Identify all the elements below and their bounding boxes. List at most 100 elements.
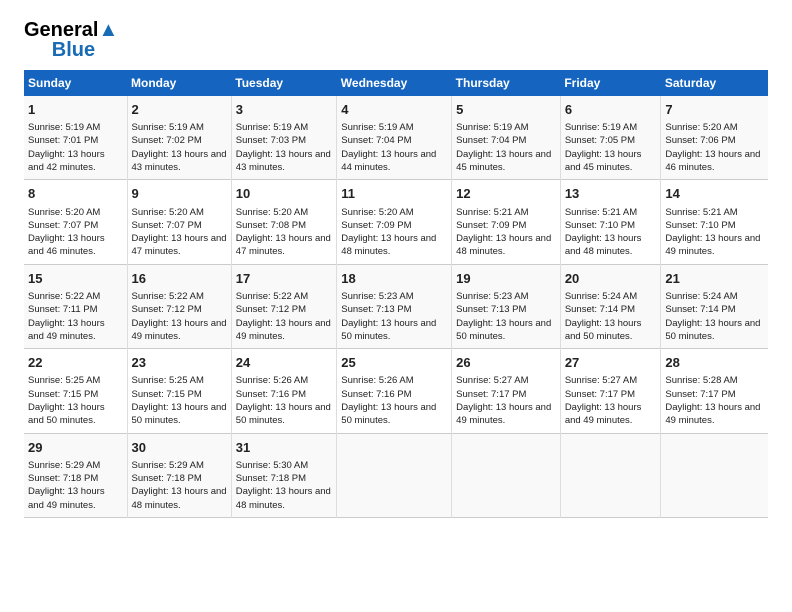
calendar-cell: 1 Sunrise: 5:19 AM Sunset: 7:01 PM Daylight… [24,96,127,180]
daylight-text: Daylight: 13 hours and 49 minutes. [236,318,331,342]
calendar-week-4: 22Sunrise: 5:25 AMSunset: 7:15 PMDayligh… [24,349,768,433]
day-number: 1 [28,101,123,119]
calendar-cell: 25Sunrise: 5:26 AMSunset: 7:16 PMDayligh… [337,349,452,433]
sunset-text: Sunset: 7:05 PM [565,135,635,146]
day-number: 14 [665,185,764,203]
sunrise-text: Sunrise: 5:21 AM [456,207,528,218]
daylight-text: Daylight: 13 hours and 49 minutes. [28,486,105,510]
calendar-header-row: SundayMondayTuesdayWednesdayThursdayFrid… [24,70,768,96]
daylight-text: Daylight: 13 hours and 45 minutes. [456,149,551,173]
daylight-text: Daylight: 13 hours and 48 minutes. [236,486,331,510]
sunrise-text: Sunrise: 5:25 AM [28,375,100,386]
calendar-week-5: 29Sunrise: 5:29 AMSunset: 7:18 PMDayligh… [24,433,768,517]
daylight-text: Daylight: 13 hours and 50 minutes. [665,318,760,342]
calendar-table: SundayMondayTuesdayWednesdayThursdayFrid… [24,70,768,518]
sunrise-text: Sunrise: 5:19 AM [236,122,308,133]
sunset-text: Sunset: 7:13 PM [341,304,411,315]
day-number: 7 [665,101,764,119]
column-header-saturday: Saturday [661,70,768,96]
daylight-text: Daylight: 13 hours and 47 minutes. [236,233,331,257]
day-number: 5 [456,101,556,119]
calendar-cell: 10Sunrise: 5:20 AMSunset: 7:08 PMDayligh… [231,180,337,264]
calendar-cell: 26Sunrise: 5:27 AMSunset: 7:17 PMDayligh… [452,349,561,433]
day-number: 26 [456,354,556,372]
sunrise-text: Sunrise: 5:19 AM [341,122,413,133]
calendar-cell: 30Sunrise: 5:29 AMSunset: 7:18 PMDayligh… [127,433,231,517]
calendar-cell: 19Sunrise: 5:23 AMSunset: 7:13 PMDayligh… [452,264,561,348]
sunset-text: Sunset: 7:01 PM [28,135,98,146]
day-number: 15 [28,270,123,288]
sunset-text: Sunset: 7:12 PM [132,304,202,315]
daylight-text: Daylight: 13 hours and 49 minutes. [456,402,551,426]
calendar-cell [560,433,661,517]
calendar-body: 1 Sunrise: 5:19 AM Sunset: 7:01 PM Daylight… [24,96,768,517]
calendar-cell: 29Sunrise: 5:29 AMSunset: 7:18 PMDayligh… [24,433,127,517]
calendar-cell: 3Sunrise: 5:19 AMSunset: 7:03 PMDaylight… [231,96,337,180]
day-number: 9 [132,185,227,203]
daylight-text: Daylight: 13 hours and 45 minutes. [565,149,642,173]
calendar-cell: 28Sunrise: 5:28 AMSunset: 7:17 PMDayligh… [661,349,768,433]
daylight-text: Daylight: 13 hours and 49 minutes. [28,318,105,342]
sunrise-text: Sunrise: 5:29 AM [132,460,204,471]
calendar-cell: 20Sunrise: 5:24 AMSunset: 7:14 PMDayligh… [560,264,661,348]
calendar-cell: 5Sunrise: 5:19 AMSunset: 7:04 PMDaylight… [452,96,561,180]
daylight-text: Daylight: 13 hours and 50 minutes. [132,402,227,426]
daylight-text: Daylight: 13 hours and 50 minutes. [341,318,436,342]
calendar-cell: 22Sunrise: 5:25 AMSunset: 7:15 PMDayligh… [24,349,127,433]
day-number: 18 [341,270,447,288]
day-number: 13 [565,185,657,203]
calendar-cell: 2Sunrise: 5:19 AMSunset: 7:02 PMDaylight… [127,96,231,180]
daylight-text: Daylight: 13 hours and 49 minutes. [665,402,760,426]
calendar-cell: 15 Sunrise: 5:22 AM Sunset: 7:11 PM Dayligh… [24,264,127,348]
sunrise-text: Sunrise: 5:20 AM [28,207,100,218]
daylight-text: Daylight: 13 hours and 46 minutes. [665,149,760,173]
sunset-text: Sunset: 7:15 PM [132,389,202,400]
sunset-text: Sunset: 7:17 PM [456,389,526,400]
column-header-monday: Monday [127,70,231,96]
calendar-cell: 12Sunrise: 5:21 AMSunset: 7:09 PMDayligh… [452,180,561,264]
sunset-text: Sunset: 7:06 PM [665,135,735,146]
sunrise-text: Sunrise: 5:23 AM [456,291,528,302]
calendar-cell: 16Sunrise: 5:22 AMSunset: 7:12 PMDayligh… [127,264,231,348]
sunrise-text: Sunrise: 5:26 AM [236,375,308,386]
sunrise-text: Sunrise: 5:23 AM [341,291,413,302]
day-number: 20 [565,270,657,288]
sunset-text: Sunset: 7:14 PM [565,304,635,315]
sunrise-text: Sunrise: 5:22 AM [236,291,308,302]
sunrise-text: Sunrise: 5:19 AM [28,122,100,133]
sunset-text: Sunset: 7:16 PM [236,389,306,400]
sunrise-text: Sunrise: 5:30 AM [236,460,308,471]
day-number: 28 [665,354,764,372]
daylight-text: Daylight: 13 hours and 49 minutes. [132,318,227,342]
sunset-text: Sunset: 7:08 PM [236,220,306,231]
sunset-text: Sunset: 7:16 PM [341,389,411,400]
sunset-text: Sunset: 7:10 PM [665,220,735,231]
sunrise-text: Sunrise: 5:20 AM [341,207,413,218]
calendar-cell: 9Sunrise: 5:20 AMSunset: 7:07 PMDaylight… [127,180,231,264]
sunset-text: Sunset: 7:13 PM [456,304,526,315]
daylight-text: Daylight: 13 hours and 49 minutes. [565,402,642,426]
calendar-cell: 14Sunrise: 5:21 AMSunset: 7:10 PMDayligh… [661,180,768,264]
sunrise-text: Sunrise: 5:21 AM [565,207,637,218]
header: General▲ Blue [24,20,768,60]
sunset-text: Sunset: 7:09 PM [341,220,411,231]
daylight-text: Daylight: 13 hours and 42 minutes. [28,149,105,173]
sunset-text: Sunset: 7:11 PM [28,304,98,315]
calendar-cell [452,433,561,517]
calendar-cell [661,433,768,517]
sunset-text: Sunset: 7:18 PM [28,473,98,484]
day-number: 11 [341,185,447,203]
sunset-text: Sunset: 7:02 PM [132,135,202,146]
daylight-text: Daylight: 13 hours and 50 minutes. [236,402,331,426]
sunrise-text: Sunrise: 5:26 AM [341,375,413,386]
day-number: 25 [341,354,447,372]
day-number: 2 [132,101,227,119]
sunrise-text: Sunrise: 5:22 AM [28,291,100,302]
sunrise-text: Sunrise: 5:22 AM [132,291,204,302]
calendar-cell: 17Sunrise: 5:22 AMSunset: 7:12 PMDayligh… [231,264,337,348]
sunset-text: Sunset: 7:18 PM [236,473,306,484]
daylight-text: Daylight: 13 hours and 43 minutes. [236,149,331,173]
calendar-cell: 7Sunrise: 5:20 AMSunset: 7:06 PMDaylight… [661,96,768,180]
logo-text: General▲ Blue [24,20,118,60]
daylight-text: Daylight: 13 hours and 44 minutes. [341,149,436,173]
